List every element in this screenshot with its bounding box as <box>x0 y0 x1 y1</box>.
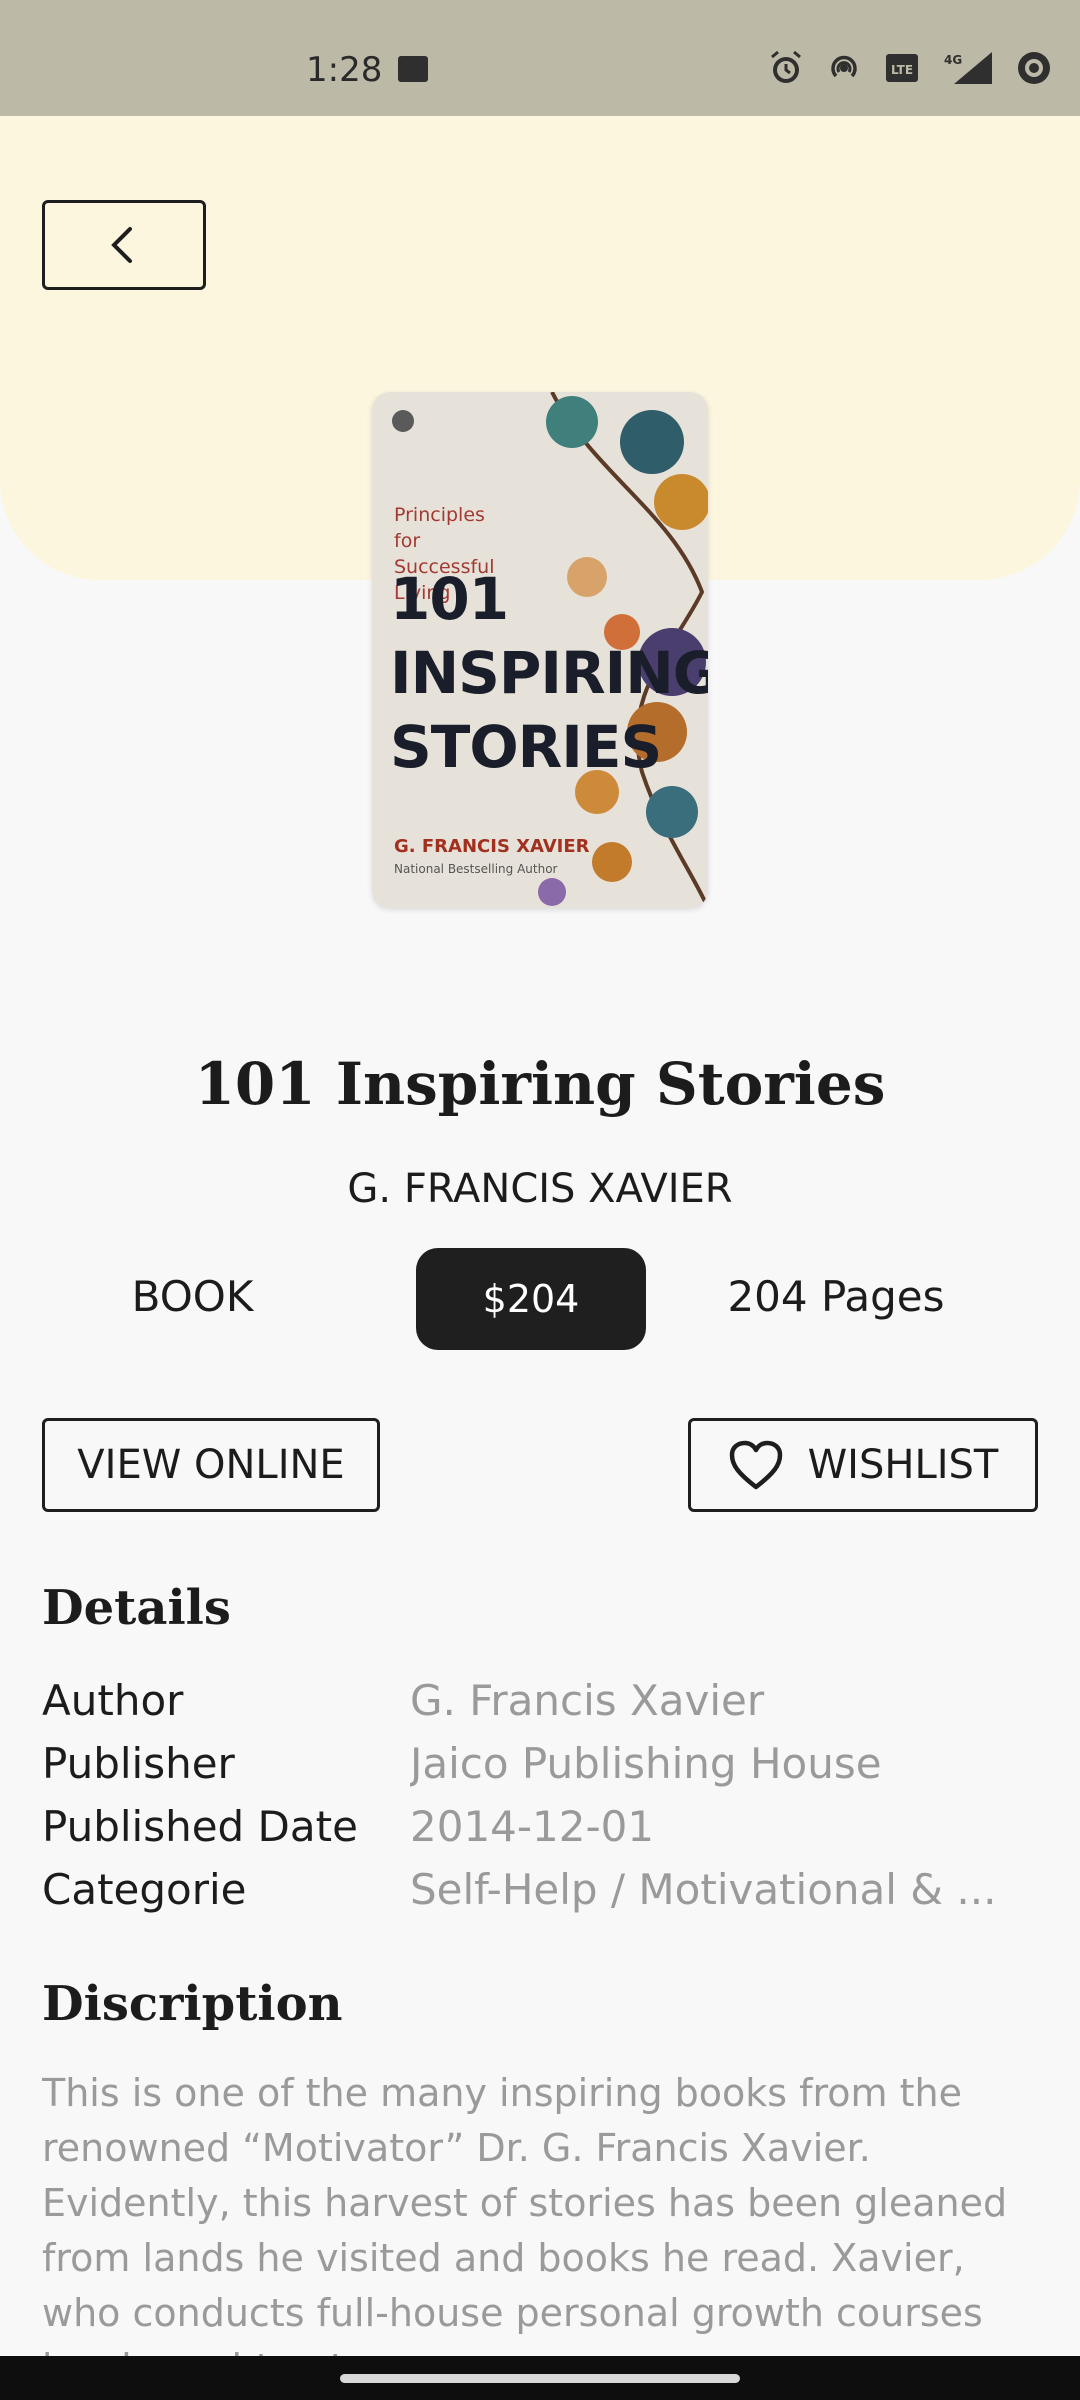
volte-icon: LTE <box>882 48 922 88</box>
details-row-category: Categorie Self-Help / Motivational & ... <box>42 1865 1042 1928</box>
details-row-published-date: Published Date 2014-12-01 <box>42 1802 1042 1865</box>
view-online-label: VIEW ONLINE <box>77 1442 345 1488</box>
details-label: Author <box>42 1676 184 1725</box>
cover-author: G. FRANCIS XAVIER <box>394 836 590 857</box>
description-heading: Discription <box>42 1976 343 2032</box>
status-icons: LTE 4G <box>766 48 1054 88</box>
details-label: Published Date <box>42 1802 358 1851</box>
home-gesture-handle[interactable] <box>340 2374 740 2383</box>
book-type: BOOK <box>131 1272 254 1321</box>
image-icon <box>398 56 428 82</box>
alarm-icon <box>766 48 806 88</box>
book-cover: Principles for Successful Living 101 INS… <box>372 392 708 908</box>
heart-icon <box>729 1440 782 1490</box>
details-label: Categorie <box>42 1865 247 1914</box>
svg-text:4G: 4G <box>944 53 962 67</box>
navigation-bar <box>0 2356 1080 2400</box>
cover-dot <box>392 410 414 432</box>
book-author: G. FRANCIS XAVIER <box>347 1166 733 1212</box>
page-count: 204 Pages <box>727 1272 945 1321</box>
status-bar: 1:28 LTE 4G <box>0 0 1080 116</box>
wishlist-button[interactable]: WISHLIST <box>688 1418 1038 1512</box>
description-text: This is one of the many inspiring books … <box>42 2071 1008 2356</box>
book-meta-row: BOOK $204 204 Pages <box>0 1248 1080 1350</box>
record-icon <box>1014 48 1054 88</box>
details-value: Self-Help / Motivational & ... <box>410 1865 997 1914</box>
chevron-left-icon <box>111 227 132 263</box>
details-row-publisher: Publisher Jaico Publishing House <box>42 1739 1042 1802</box>
details-value: G. Francis Xavier <box>410 1676 765 1725</box>
status-time: 1:28 <box>306 50 383 90</box>
details-label: Publisher <box>42 1739 235 1788</box>
details-value: 2014-12-01 <box>410 1802 655 1851</box>
svg-text:LTE: LTE <box>891 63 913 77</box>
view-online-button[interactable]: VIEW ONLINE <box>42 1418 380 1512</box>
wishlist-label: WISHLIST <box>807 1442 999 1488</box>
cover-title: 101 INSPIRING STORIES <box>390 565 708 781</box>
price-chip: $204 <box>416 1248 646 1350</box>
hotspot-icon <box>824 48 864 88</box>
details-list: Author G. Francis Xavier Publisher Jaico… <box>42 1676 1042 1928</box>
cover-tagline: National Bestselling Author <box>394 862 558 876</box>
signal-4g-icon: 4G <box>940 48 996 88</box>
back-button[interactable] <box>42 200 206 290</box>
details-row-author: Author G. Francis Xavier <box>42 1676 1042 1739</box>
details-heading: Details <box>42 1580 231 1636</box>
book-title: 101 Inspiring Stories <box>194 1050 886 1118</box>
details-value: Jaico Publishing House <box>410 1739 882 1788</box>
